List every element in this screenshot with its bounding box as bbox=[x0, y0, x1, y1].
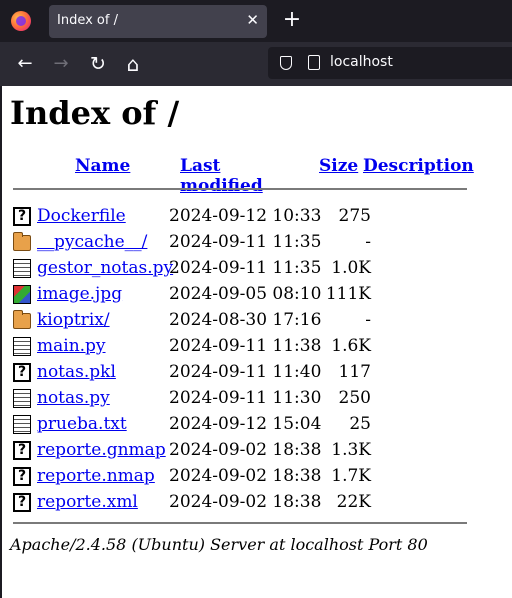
forward-button[interactable]: → bbox=[48, 51, 74, 77]
table-row: prueba.txt 2024-09-12 15:04 25 bbox=[11, 412, 471, 438]
table-row: __pycache__/ 2024-09-11 11:35 - bbox=[11, 230, 471, 256]
table-row: notas.py 2024-09-11 11:30 250 bbox=[11, 386, 471, 412]
file-size: - bbox=[365, 310, 371, 330]
home-button[interactable]: ⌂ bbox=[120, 51, 146, 77]
window-edge bbox=[0, 86, 2, 598]
file-link[interactable]: reporte.xml bbox=[37, 492, 138, 512]
file-link[interactable]: main.py bbox=[37, 336, 106, 356]
tab-title: Index of / bbox=[57, 13, 118, 28]
file-size: - bbox=[365, 232, 371, 252]
file-size: 117 bbox=[338, 362, 371, 382]
sort-by-description-link[interactable]: Description bbox=[363, 156, 474, 176]
sort-by-modified-link[interactable]: Last modified bbox=[180, 156, 263, 196]
table-row: gestor_notas.py 2024-09-11 11:35 1.0K bbox=[11, 256, 471, 282]
page-title: Index of / bbox=[10, 94, 180, 132]
sort-by-name-link[interactable]: Name bbox=[75, 156, 130, 176]
table-row: ? Dockerfile 2024-09-12 10:33 275 bbox=[11, 204, 471, 230]
last-modified: 2024-09-11 11:40 bbox=[169, 362, 322, 382]
reload-button[interactable]: ↻ bbox=[85, 51, 111, 77]
table-row: kioptrix/ 2024-08-30 17:16 - bbox=[11, 308, 471, 334]
file-link[interactable]: kioptrix/ bbox=[37, 310, 110, 330]
file-size: 1.3K bbox=[331, 440, 371, 460]
folder-icon bbox=[13, 310, 31, 329]
table-row: ? notas.pkl 2024-09-11 11:40 117 bbox=[11, 360, 471, 386]
file-size: 1.0K bbox=[331, 258, 371, 278]
last-modified: 2024-09-02 18:38 bbox=[169, 492, 322, 512]
shield-icon[interactable] bbox=[280, 56, 292, 70]
last-modified: 2024-08-30 17:16 bbox=[169, 310, 322, 330]
last-modified: 2024-09-11 11:35 bbox=[169, 232, 322, 252]
table-row: image.jpg 2024-09-05 08:10 111K bbox=[11, 282, 471, 308]
url-bar[interactable]: localhost bbox=[268, 47, 512, 79]
file-link[interactable]: gestor_notas.py bbox=[37, 258, 173, 278]
file-size: 1.6K bbox=[331, 336, 371, 356]
file-size: 25 bbox=[349, 414, 371, 434]
page-content: Index of / Name Last modified Size Descr… bbox=[10, 94, 474, 524]
last-modified: 2024-09-12 10:33 bbox=[169, 206, 322, 226]
tab-bar: Index of / ✕ + bbox=[0, 0, 512, 42]
column-header-description: Description bbox=[363, 156, 474, 176]
file-size: 275 bbox=[338, 206, 371, 226]
close-icon[interactable]: ✕ bbox=[246, 11, 259, 29]
file-link[interactable]: prueba.txt bbox=[37, 414, 127, 434]
column-header-name: Name bbox=[75, 156, 130, 176]
file-size: 1.7K bbox=[331, 466, 371, 486]
header-divider bbox=[13, 188, 467, 190]
text-file-icon bbox=[13, 259, 31, 278]
table-row: ? reporte.xml 2024-09-02 18:38 22K bbox=[11, 490, 471, 516]
file-size: 22K bbox=[336, 492, 371, 512]
page-icon bbox=[308, 55, 320, 70]
last-modified: 2024-09-11 11:30 bbox=[169, 388, 322, 408]
last-modified: 2024-09-11 11:38 bbox=[169, 336, 322, 356]
unknown-file-icon: ? bbox=[13, 363, 31, 382]
file-link[interactable]: notas.pkl bbox=[37, 362, 116, 382]
file-link[interactable]: notas.py bbox=[37, 388, 110, 408]
column-header-size: Size bbox=[319, 156, 358, 176]
text-file-icon bbox=[13, 389, 31, 408]
sort-by-size-link[interactable]: Size bbox=[319, 156, 358, 176]
image-file-icon bbox=[13, 285, 31, 304]
last-modified: 2024-09-11 11:35 bbox=[169, 258, 322, 278]
text-file-icon bbox=[13, 337, 31, 356]
folder-icon bbox=[13, 232, 31, 251]
table-row: main.py 2024-09-11 11:38 1.6K bbox=[11, 334, 471, 360]
last-modified: 2024-09-02 18:38 bbox=[169, 466, 322, 486]
column-header-modified: Last modified bbox=[180, 156, 263, 196]
tab-index[interactable]: Index of / ✕ bbox=[49, 5, 267, 38]
table-row: ? reporte.nmap 2024-09-02 18:38 1.7K bbox=[11, 464, 471, 490]
back-button[interactable]: ← bbox=[12, 51, 38, 77]
file-link[interactable]: Dockerfile bbox=[37, 206, 126, 226]
file-link[interactable]: image.jpg bbox=[37, 284, 122, 304]
url-text[interactable]: localhost bbox=[330, 54, 393, 70]
last-modified: 2024-09-02 18:38 bbox=[169, 440, 322, 460]
file-link[interactable]: reporte.nmap bbox=[37, 466, 155, 486]
unknown-file-icon: ? bbox=[13, 441, 31, 460]
file-size: 250 bbox=[338, 388, 371, 408]
firefox-icon bbox=[11, 11, 31, 31]
text-file-icon bbox=[13, 415, 31, 434]
server-signature: Apache/2.4.58 (Ubuntu) Server at localho… bbox=[10, 535, 428, 554]
last-modified: 2024-09-05 08:10 bbox=[169, 284, 322, 304]
unknown-file-icon: ? bbox=[13, 207, 31, 226]
file-link[interactable]: __pycache__/ bbox=[37, 232, 147, 252]
file-size: 111K bbox=[325, 284, 371, 304]
table-row: ? reporte.gnmap 2024-09-02 18:38 1.3K bbox=[11, 438, 471, 464]
file-link[interactable]: reporte.gnmap bbox=[37, 440, 166, 460]
unknown-file-icon: ? bbox=[13, 493, 31, 512]
unknown-file-icon: ? bbox=[13, 467, 31, 486]
footer-divider bbox=[13, 522, 467, 524]
new-tab-button[interactable]: + bbox=[281, 8, 303, 34]
last-modified: 2024-09-12 15:04 bbox=[169, 414, 322, 434]
